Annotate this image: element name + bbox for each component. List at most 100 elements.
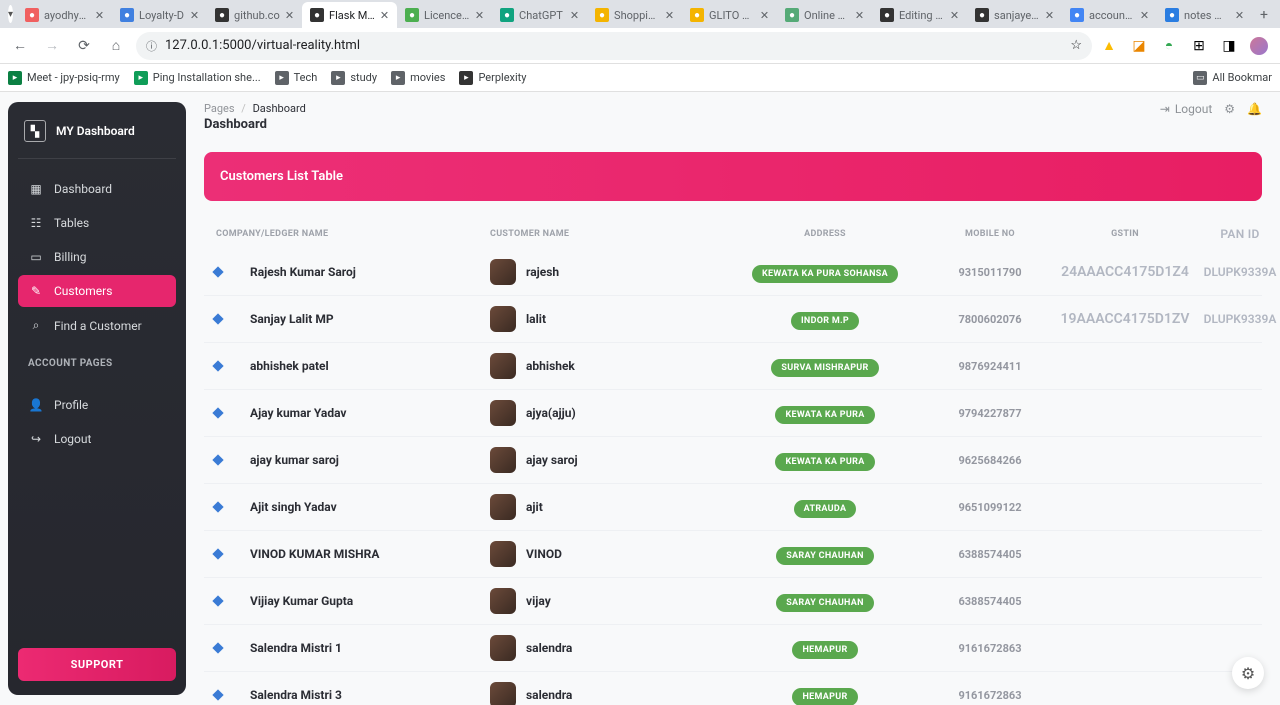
tab-close-icon[interactable]: ✕ [950, 9, 959, 22]
company-cell: Vijiay Kumar Gupta [240, 594, 490, 608]
window-controls: — ▢ ✕ [1276, 14, 1280, 28]
sidebar-item-dashboard[interactable]: ▦Dashboard [18, 173, 176, 205]
col-pan: PAN ID [1200, 227, 1280, 241]
address-badge: SARAY CHAUHAN [776, 594, 874, 612]
address-badge: SARAY CHAUHAN [776, 547, 874, 565]
browser-tab[interactable]: ●Shopping✕ [587, 2, 682, 28]
tab-search-icon[interactable]: ▾ [8, 5, 13, 23]
customer-cell: salendra [490, 635, 720, 661]
all-bookmarks-button[interactable]: ▭ All Bookmar [1193, 71, 1272, 85]
mobile-cell: 9161672863 [930, 642, 1050, 655]
nav-icon: ⌕ [28, 318, 44, 333]
table-row[interactable]: abhishek patel abhishek SURVA MISHRAPUR … [204, 343, 1262, 390]
bookmark-item[interactable]: ▸movies [391, 71, 445, 85]
table-row[interactable]: Ajit singh Yadav ajit ATRAUDA 9651099122 [204, 484, 1262, 531]
breadcrumb-root[interactable]: Pages [204, 102, 235, 115]
bookmark-item[interactable]: ▸Perplexity [459, 71, 526, 85]
table-row[interactable]: Vijiay Kumar Gupta vijay SARAY CHAUHAN 6… [204, 578, 1262, 625]
side-panel-icon[interactable]: ◨ [1220, 37, 1238, 55]
sidebar-item-find-a-customer[interactable]: ⌕Find a Customer [18, 309, 176, 342]
company-cell: Salendra Mistri 1 [240, 641, 490, 655]
browser-tab[interactable]: ●Online MY✕ [777, 2, 872, 28]
tab-title: ayodhya a [44, 9, 90, 22]
tab-close-icon[interactable]: ✕ [380, 9, 389, 22]
table-row[interactable]: Salendra Mistri 1 salendra HEMAPUR 91616… [204, 625, 1262, 672]
extensions-icon[interactable]: ⊞ [1190, 37, 1208, 55]
drive-icon[interactable]: ▲ [1100, 37, 1118, 55]
brand[interactable]: ▚ MY Dashboard [18, 116, 176, 159]
favicon-icon: ● [975, 8, 989, 22]
breadcrumb: Pages / Dashboard [204, 102, 306, 115]
table-row[interactable]: Sanjay Lalit MP lalit INDOR M.P 78006020… [204, 296, 1262, 343]
browser-tab[interactable]: ●accounts.✕ [1062, 2, 1157, 28]
browser-tab[interactable]: ●sanjayeng✕ [967, 2, 1062, 28]
notifications-icon[interactable]: 🔔 [1247, 102, 1262, 116]
tab-close-icon[interactable]: ✕ [95, 9, 104, 22]
site-info-icon[interactable]: ⓘ [146, 38, 157, 54]
floating-settings-button[interactable]: ⚙ [1232, 657, 1264, 689]
address-cell: KEWATA KA PURA [720, 402, 930, 424]
sidebar-item-billing[interactable]: ▭Billing [18, 241, 176, 273]
extension-icon-1[interactable]: ◪ [1130, 37, 1148, 55]
address-bar[interactable]: ⓘ 127.0.0.1:5000/virtual-reality.html ☆ [136, 32, 1092, 60]
sidebar-item-customers[interactable]: ✎Customers [18, 275, 176, 307]
browser-tab[interactable]: ●GLITO Full✕ [682, 2, 777, 28]
tab-title: Online MY [804, 9, 850, 22]
browser-tab[interactable]: ●Loyalty-D✕ [112, 2, 207, 28]
table-row[interactable]: VINOD KUMAR MISHRA VINOD SARAY CHAUHAN 6… [204, 531, 1262, 578]
bookmark-item[interactable]: ▸Meet - jpy-psiq-rmy [8, 71, 120, 85]
sidebar-item-tables[interactable]: ☷Tables [18, 207, 176, 239]
mobile-cell: 9794227877 [930, 407, 1050, 420]
support-button[interactable]: SUPPORT [18, 648, 176, 681]
bookmark-label: movies [410, 71, 445, 84]
bookmark-star-icon[interactable]: ☆ [1070, 38, 1082, 53]
browser-tab[interactable]: ●ChatGPT✕ [492, 2, 587, 28]
bookmark-item[interactable]: ▸Tech [275, 71, 318, 85]
table-row[interactable]: Ajay kumar Yadav ajya(ajju) KEWATA KA PU… [204, 390, 1262, 437]
tab-close-icon[interactable]: ✕ [475, 9, 484, 22]
tab-close-icon[interactable]: ✕ [570, 9, 579, 22]
address-badge: HEMAPUR [792, 688, 857, 705]
tab-close-icon[interactable]: ✕ [665, 9, 674, 22]
new-tab-button[interactable]: + [1252, 2, 1276, 28]
tab-close-icon[interactable]: ✕ [285, 9, 294, 22]
tab-title: Shopping [614, 9, 660, 22]
tab-close-icon[interactable]: ✕ [760, 9, 769, 22]
tab-close-icon[interactable]: ✕ [1045, 9, 1054, 22]
nav-icon: ✎ [28, 284, 44, 298]
profile-avatar-icon[interactable] [1250, 37, 1268, 55]
section-label: ACCOUNT PAGES [28, 358, 166, 369]
table-row[interactable]: Rajesh Kumar Saroj rajesh KEWATA KA PURA… [204, 249, 1262, 296]
table-row[interactable]: ajay kumar saroj ajay saroj KEWATA KA PU… [204, 437, 1262, 484]
extension-icon-2[interactable]: ◓ [1160, 37, 1178, 55]
home-button[interactable]: ⌂ [104, 34, 128, 58]
tab-close-icon[interactable]: ✕ [1140, 9, 1149, 22]
browser-tab[interactable]: ●github.co✕ [207, 2, 302, 28]
browser-tab[interactable]: ●Editing ex✕ [872, 2, 967, 28]
tab-close-icon[interactable]: ✕ [1235, 9, 1244, 22]
bookmark-label: Perplexity [478, 71, 526, 84]
logout-button[interactable]: ⇥ Logout [1160, 102, 1213, 116]
tab-close-icon[interactable]: ✕ [855, 9, 864, 22]
nav-icon: ▭ [28, 250, 44, 264]
sidebar-item-logout[interactable]: ↪Logout [18, 423, 176, 455]
table-row[interactable]: Salendra Mistri 3 salendra HEMAPUR 91616… [204, 672, 1262, 705]
browser-toolbar: ← → ⟳ ⌂ ⓘ 127.0.0.1:5000/virtual-reality… [0, 28, 1280, 64]
sidebar: ▚ MY Dashboard ▦Dashboard☷Tables▭Billing… [8, 102, 186, 695]
browser-tab[interactable]: ●ayodhya a✕ [17, 2, 112, 28]
bookmark-item[interactable]: ▸Ping Installation she... [134, 71, 261, 85]
tab-close-icon[interactable]: ✕ [190, 9, 199, 22]
browser-tab[interactable]: ●notes — F✕ [1157, 2, 1252, 28]
forward-button[interactable]: → [40, 34, 64, 58]
bookmark-item[interactable]: ▸study [331, 71, 377, 85]
customer-cell: ajay saroj [490, 447, 720, 473]
company-cell: abhishek patel [240, 359, 490, 373]
browser-tab[interactable]: ●Licence D✕ [397, 2, 492, 28]
avatar [490, 447, 516, 473]
settings-icon[interactable]: ⚙ [1224, 102, 1235, 116]
browser-tab[interactable]: ●Flask Mat✕ [302, 2, 397, 28]
reload-button[interactable]: ⟳ [72, 34, 96, 58]
back-button[interactable]: ← [8, 34, 32, 58]
customer-name: VINOD [526, 547, 562, 561]
sidebar-item-profile[interactable]: 👤Profile [18, 389, 176, 421]
